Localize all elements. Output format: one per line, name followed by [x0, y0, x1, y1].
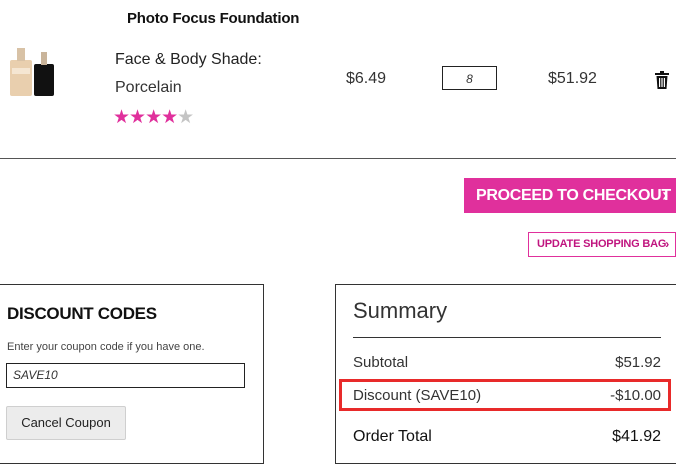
- product-thumbnail[interactable]: [8, 46, 56, 98]
- rating-stars: ★★★★★: [113, 107, 194, 128]
- discount-hint: Enter your coupon code if you have one.: [7, 341, 205, 353]
- chevron-right-icon: ›: [662, 185, 668, 205]
- order-total-value: $41.92: [612, 428, 661, 445]
- cancel-coupon-button[interactable]: Cancel Coupon: [6, 406, 126, 440]
- update-label: UPDATE SHOPPING BAG: [537, 238, 667, 250]
- coupon-input[interactable]: SAVE10: [6, 363, 245, 388]
- cart-divider: [0, 158, 676, 159]
- empty-star-icon: ★: [177, 107, 194, 128]
- filled-stars-icon: ★★★★: [113, 107, 178, 128]
- unit-price: $6.49: [346, 70, 387, 87]
- discount-heading: DISCOUNT CODES: [7, 304, 157, 323]
- shade-value: Porcelain: [115, 79, 182, 96]
- summary-heading: Summary: [353, 298, 448, 323]
- trash-icon[interactable]: [655, 71, 669, 89]
- checkout-label: PROCEED TO CHECKOUT: [476, 187, 671, 204]
- order-total-label: Order Total: [353, 428, 432, 445]
- subtotal-value: $51.92: [615, 354, 661, 371]
- subtotal-label: Subtotal: [353, 354, 409, 371]
- proceed-to-checkout-button[interactable]: PROCEED TO CHECKOUT ›: [464, 178, 676, 213]
- update-shopping-bag-button[interactable]: UPDATE SHOPPING BAG ›: [528, 232, 676, 257]
- product-title[interactable]: Photo Focus Foundation: [127, 10, 299, 27]
- chevron-right-icon: ›: [665, 237, 669, 251]
- discount-value: -$10.00: [610, 387, 661, 404]
- shade-label: Face & Body Shade:: [115, 51, 262, 68]
- quantity-input[interactable]: 8: [442, 66, 497, 90]
- summary-divider: [353, 337, 661, 338]
- row-total: $51.92: [548, 70, 597, 87]
- discount-label: Discount (SAVE10): [353, 387, 482, 404]
